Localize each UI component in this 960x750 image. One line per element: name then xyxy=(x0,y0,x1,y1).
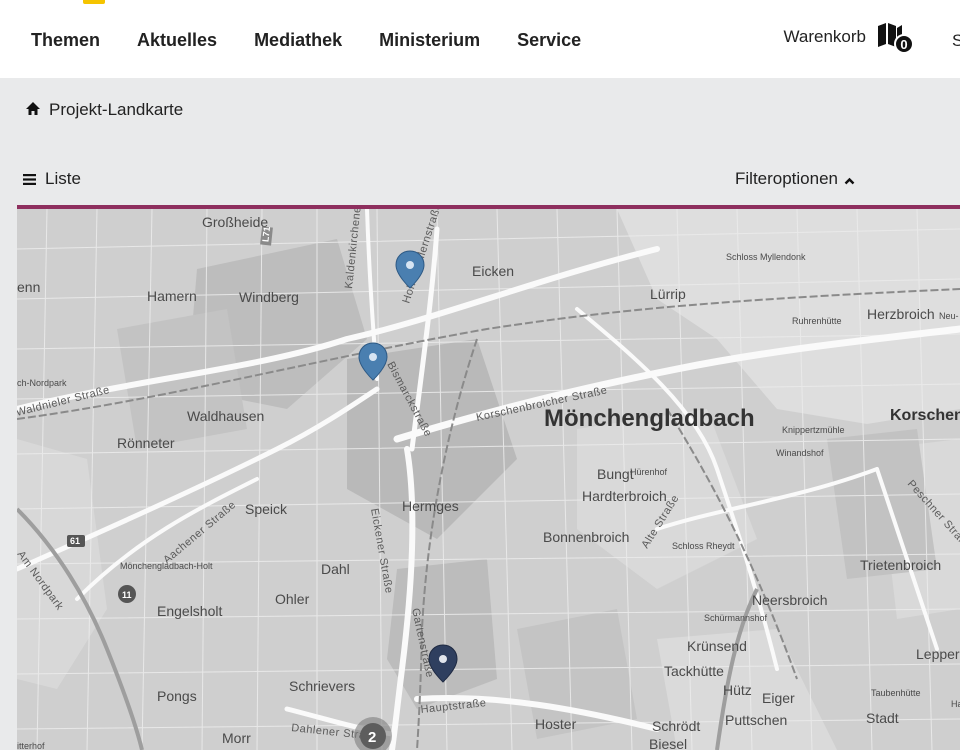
home-icon xyxy=(25,101,41,120)
place-label: Großheide xyxy=(202,214,268,230)
place-label: Lepper xyxy=(916,646,960,662)
place-label: Puttschen xyxy=(725,712,787,728)
place-label-small: Taubenhütte xyxy=(871,688,921,698)
list-icon xyxy=(23,170,36,189)
logo-fragment[interactable] xyxy=(83,0,105,4)
place-label: Engelsholt xyxy=(157,603,222,619)
place-label: Pongs xyxy=(157,688,197,704)
place-label: Speick xyxy=(245,501,288,517)
place-label: Waldhausen xyxy=(187,408,264,424)
place-label: Morr xyxy=(222,730,251,746)
place-label: Tackhütte xyxy=(664,663,724,679)
header-cut-off-item[interactable]: S xyxy=(952,31,960,51)
chevron-up-icon xyxy=(844,170,855,189)
place-label: Trietenbroich xyxy=(860,557,941,573)
place-label: Bonnenbroich xyxy=(543,529,629,545)
list-label: Liste xyxy=(45,169,81,188)
place-label-small: Ha xyxy=(951,699,960,709)
nav-item-aktuelles[interactable]: Aktuelles xyxy=(137,30,217,51)
place-label: Stadt xyxy=(866,710,899,726)
place-label: Hoster xyxy=(535,716,577,732)
place-label: Bungt xyxy=(597,466,634,482)
place-label: Hamern xyxy=(147,288,197,304)
place-label-small: Schloss Rheydt xyxy=(672,541,735,551)
place-label: Eiger xyxy=(762,690,795,706)
place-label-small: Knippertzmühle xyxy=(782,425,845,435)
place-label-small: ch-Nordpark xyxy=(17,378,67,388)
place-label: Ohler xyxy=(275,591,310,607)
place-label: Hermges xyxy=(402,498,459,514)
place-label: Neersbroich xyxy=(752,592,827,608)
place-label-small: Schürmannshof xyxy=(704,613,768,623)
breadcrumb-label: Projekt-Landkarte xyxy=(49,100,184,119)
main-nav: Themen Aktuelles Mediathek Ministerium S… xyxy=(31,30,581,51)
place-label-small: Hürenhof xyxy=(630,467,668,477)
place-label: Korschen xyxy=(890,407,960,424)
place-label: enn xyxy=(17,279,40,295)
place-label: Lürrip xyxy=(650,286,686,302)
site-header: Themen Aktuelles Mediathek Ministerium S… xyxy=(0,0,960,78)
road-shield-61: 61 xyxy=(67,535,85,547)
list-view-button[interactable]: Liste xyxy=(23,169,81,189)
cart-books-icon: 0 xyxy=(876,20,914,54)
nav-item-themen[interactable]: Themen xyxy=(31,30,100,51)
shield-label: 61 xyxy=(70,536,80,546)
cart-button[interactable]: Warenkorb 0 xyxy=(783,20,914,54)
place-label-small: Winandshof xyxy=(776,448,824,458)
place-label-small: Schloss Myllendonk xyxy=(726,252,806,262)
map-canvas[interactable]: Großheide Eicken Hamern Windberg Lürrip … xyxy=(17,209,960,750)
shield-label: 11 xyxy=(122,590,132,600)
place-label: Windberg xyxy=(239,289,299,305)
place-label-small: itterhof xyxy=(17,741,45,750)
project-map[interactable]: Großheide Eicken Hamern Windberg Lürrip … xyxy=(17,205,960,750)
place-label: Hütz xyxy=(723,682,752,698)
place-label-small: Ruhrenhütte xyxy=(792,316,842,326)
shield-label: L71 xyxy=(260,226,272,242)
cart-label: Warenkorb xyxy=(783,27,866,46)
place-label: Biesel xyxy=(649,736,687,750)
city-label: Mönchengladbach xyxy=(544,405,755,432)
place-label: Hardterbroich xyxy=(582,488,667,504)
filter-label: Filteroptionen xyxy=(735,169,839,188)
nav-item-mediathek[interactable]: Mediathek xyxy=(254,30,342,51)
nav-item-ministerium[interactable]: Ministerium xyxy=(379,30,480,51)
place-label-small: Neu- xyxy=(939,311,959,321)
cart-count-badge: 0 xyxy=(894,34,914,54)
road-shield-11: 11 xyxy=(118,585,136,603)
place-label: Krünsend xyxy=(687,638,747,654)
place-label: Rönneter xyxy=(117,435,175,451)
road-shield-l71: L71 xyxy=(260,226,273,246)
place-label: Herzbroich xyxy=(867,306,935,322)
cluster-count: 2 xyxy=(368,729,376,746)
breadcrumb[interactable]: Projekt-Landkarte xyxy=(25,100,183,120)
place-label: Schrödt xyxy=(652,718,700,734)
nav-item-service[interactable]: Service xyxy=(517,30,581,51)
place-label: Schrievers xyxy=(289,678,355,694)
place-label: Eicken xyxy=(472,263,514,279)
place-label: Dahl xyxy=(321,561,350,577)
filter-options-toggle[interactable]: Filteroptionen xyxy=(735,169,855,189)
